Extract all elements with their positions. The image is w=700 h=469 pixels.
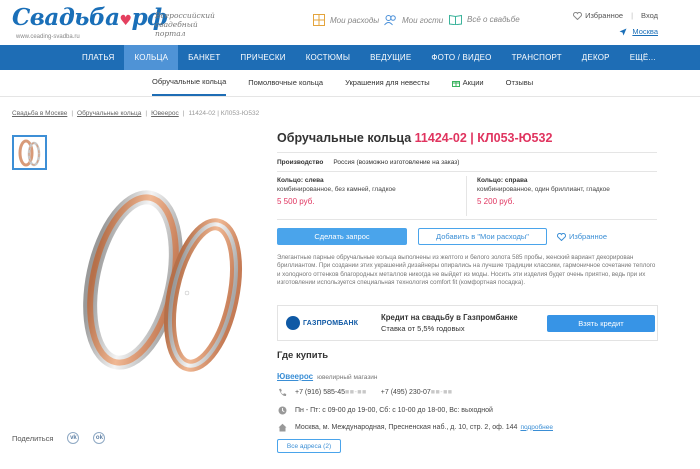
book-icon [449,14,462,25]
breadcrumb-current: 11424-02 | КЛ053-Ю532 [188,110,260,117]
site-header: Свадьба♥рф www.ceading-svadba.ru Всеросс… [0,0,700,44]
phone-2[interactable]: +7 (495) 230-07■■-■■ [381,389,453,396]
gazprombank-symbol-icon [286,316,300,330]
heart-icon [573,11,583,20]
shop-type: ювелирный магазин [317,374,378,381]
product-description: Элегантные парные обручальные кольца вып… [277,254,656,287]
heart-icon [557,232,566,241]
nav-decor[interactable]: ДЕКОР [572,45,620,70]
add-favorite-button[interactable]: Избранное [557,232,607,241]
request-button[interactable]: Сделать запрос [277,228,407,245]
sub-nav: Обручальные кольца Помолвочные кольца Ук… [0,70,700,97]
hours-row: Пн - Пт: с 09-00 до 19-00, Сб: с 10-00 д… [277,405,493,415]
gift-icon [451,81,460,87]
ring-left-price: 5 500 руб. [277,197,315,206]
address-details-link[interactable]: подробнее [520,424,553,431]
breadcrumb-shop[interactable]: Ювеерос [151,110,179,117]
nav-transport[interactable]: ТРАНСПОРТ [502,45,572,70]
guests-icon [384,15,396,26]
nav-hairstyles[interactable]: ПРИЧЕСКИ [230,45,295,70]
home-icon [277,422,287,432]
breadcrumb-home[interactable]: Свадьба в Москве [12,110,67,117]
shop-address: Москва, м. Международная, Пресненская на… [295,423,518,431]
my-guests-link[interactable]: Мои гости [384,14,443,26]
site-logo[interactable]: Свадьба♥рф www.ceading-svadba.ru [12,6,168,41]
all-addresses-button[interactable]: Все адреса (2) [277,439,341,453]
share-label: Поделиться [12,433,54,443]
phone-1[interactable]: +7 (916) 585-45■■-■■ [295,389,367,396]
my-expenses-link[interactable]: Мои расходы [313,14,379,26]
calculator-icon [313,14,325,26]
opening-hours: Пн - Пт: с 09-00 до 19-00, Сб: с 10-00 д… [295,406,493,414]
subnav-reviews[interactable]: Отзывы [506,70,533,96]
nav-rings[interactable]: КОЛЬЦА [124,45,179,70]
ring-right-price: 5 200 руб. [477,197,515,206]
nav-suits[interactable]: КОСТЮМЫ [296,45,360,70]
odnoklassniki-icon[interactable]: ok [93,432,106,444]
favorites-link[interactable]: Избранное [573,11,623,20]
rings-thumbnail-image [18,139,40,166]
breadcrumb: Свадьба в Москве | Обручальные кольца | … [12,110,260,117]
logo-url: www.ceading-svadba.ru [16,34,80,40]
nav-hosts[interactable]: ВЕДУЩИЕ [360,45,421,70]
clock-icon [277,405,287,415]
add-to-expenses-button[interactable]: Добавить в "Мои расходы" [418,228,547,245]
address-row: Москва, м. Международная, Пресненская на… [277,422,553,432]
nav-dresses[interactable]: ПЛАТЬЯ [72,45,124,70]
product-sku: 11424-02 | КЛ053-Ю532 [414,131,553,145]
subnav-wedding-rings[interactable]: Обручальные кольца [152,70,227,96]
credit-title: Кредит на свадьбу в Газпромбанке [381,313,518,322]
nav-banquet[interactable]: БАНКЕТ [178,45,230,70]
nav-photo-video[interactable]: ФОТО / ВИДЕО [421,45,501,70]
main-nav: ПЛАТЬЯ КОЛЬЦА БАНКЕТ ПРИЧЕСКИ КОСТЮМЫ ВЕ… [0,45,700,70]
ring-options: Кольцо: слева комбинированное, без камне… [277,176,657,216]
shop-row: Ювеерос ювелирный магазин [277,372,378,381]
subnav-engagement-rings[interactable]: Помолвочные кольца [248,70,323,96]
location-arrow-icon [619,28,627,35]
subnav-bride-jewelry[interactable]: Украшения для невесты [345,70,430,96]
product-title: Обручальные кольца 11424-02 | КЛ053-Ю532 [277,131,553,145]
phone-icon [277,387,287,397]
ring-right-option: Кольцо: справа комбинированное, один бри… [467,176,657,216]
city-selector[interactable]: Москва [619,27,658,36]
user-links: Избранное | Вход [573,11,658,20]
ring-left-option: Кольцо: слева комбинированное, без камне… [277,176,467,216]
producer-label: Производство [277,158,324,166]
vk-icon[interactable]: vk [67,432,80,444]
share-block: Поделиться vk ok [12,432,106,444]
subnav-promotions[interactable]: Акции [451,70,484,96]
credit-banner: ГАЗПРОМБАНК Кредит на свадьбу в Газпромб… [277,305,658,341]
where-to-buy-heading: Где купить [277,350,329,361]
site-tagline: Всероссийский свадебный портал [155,11,215,38]
credit-rate: Ставка от 5,5% годовых [381,324,465,333]
phones-row: +7 (916) 585-45■■-■■ +7 (495) 230-07■■-■… [277,387,453,397]
shop-link[interactable]: Ювеерос [277,372,313,381]
gazprombank-logo: ГАЗПРОМБАНК [286,315,378,331]
breadcrumb-category[interactable]: Обручальные кольца [77,110,141,117]
divider [277,219,657,220]
take-credit-button[interactable]: Взять кредит [547,314,655,332]
producer-row: Производство Россия (возможно изготовлен… [277,152,657,172]
product-photo[interactable] [75,185,260,380]
nav-more[interactable]: ЕЩЁ... [620,45,666,70]
product-thumbnail[interactable] [12,135,47,170]
divider: | [631,11,634,20]
all-about-wedding-link[interactable]: Всё о свадьбе [449,14,520,25]
producer-value: Россия (возможно изготовление на заказ) [333,158,460,166]
login-link[interactable]: Вход [641,11,658,20]
